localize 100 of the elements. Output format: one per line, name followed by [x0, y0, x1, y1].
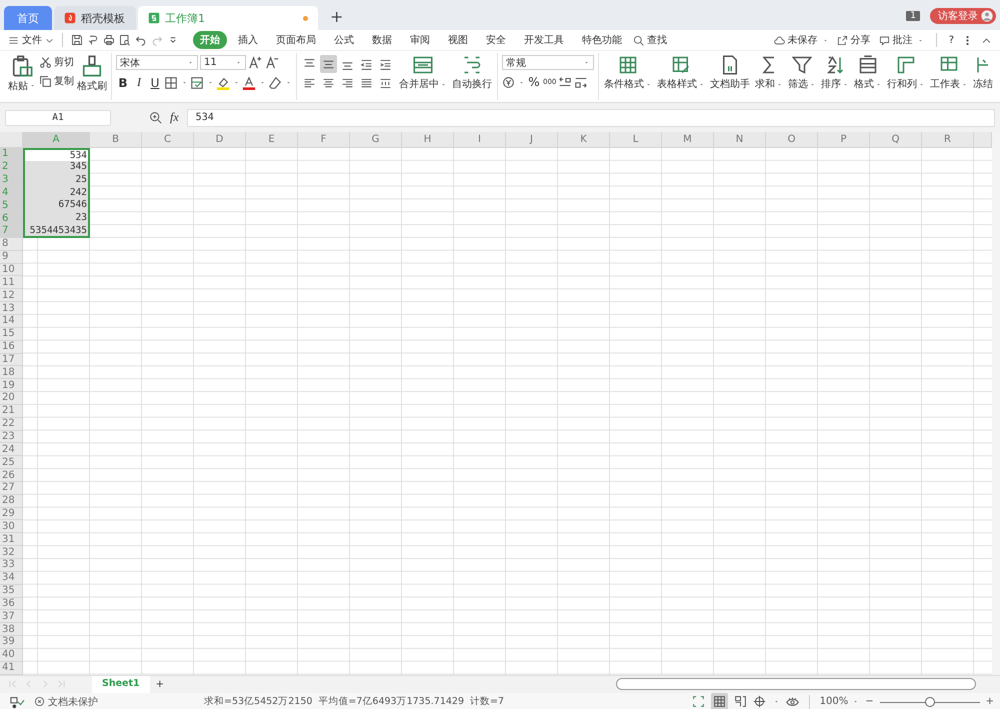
row-header[interactable]: 23	[0, 430, 23, 444]
new-tab-button[interactable]: +	[330, 7, 344, 26]
row-header[interactable]: 21	[0, 404, 23, 418]
name-box[interactable]: A1	[5, 110, 111, 126]
font-name-field[interactable]: 宋体	[116, 55, 198, 70]
horizontal-scrollbar[interactable]	[616, 678, 976, 690]
font-size-field[interactable]: 11	[200, 55, 246, 70]
column-header[interactable]: K	[558, 132, 610, 148]
row-header[interactable]: 16	[0, 340, 23, 354]
ribbon-tab[interactable]: 公式	[327, 31, 361, 49]
row-header[interactable]: 33	[0, 559, 23, 572]
sheet-tab[interactable]: Sheet1	[92, 676, 150, 693]
font-style-button[interactable]: U	[148, 76, 162, 90]
row-header[interactable]: 35	[0, 584, 23, 598]
row-header[interactable]: 28	[0, 494, 23, 508]
cut-button[interactable]: 剪切	[39, 55, 74, 69]
row-header[interactable]: 4	[0, 186, 23, 200]
row-header[interactable]: 11	[0, 276, 23, 290]
row-header[interactable]: 29	[0, 508, 23, 520]
column-header[interactable]: H	[402, 132, 454, 148]
column-header[interactable]: J	[506, 132, 558, 148]
slider-thumb[interactable]	[924, 696, 935, 707]
row-header[interactable]: 15	[0, 328, 23, 341]
copy-button[interactable]: 复制	[39, 74, 74, 88]
column-header[interactable]: D	[194, 132, 246, 148]
row-header[interactable]: 5	[0, 199, 23, 212]
ribbon-tool[interactable]: 格式	[853, 53, 883, 91]
row-header[interactable]: 27	[0, 482, 23, 495]
ribbon-tab[interactable]: 视图	[441, 31, 475, 49]
ribbon-tool[interactable]: 筛选	[787, 53, 817, 91]
row-header[interactable]: 17	[0, 354, 23, 366]
row-header[interactable]: 30	[0, 520, 23, 534]
zoom-out-button[interactable]: −	[865, 696, 874, 708]
ribbon-tab[interactable]: 开发工具	[517, 31, 571, 49]
alignment-button[interactable]	[320, 55, 337, 73]
row-header[interactable]: 6	[0, 212, 23, 226]
column-header[interactable]: P	[818, 132, 870, 148]
column-header[interactable]: E	[246, 132, 298, 148]
row-header[interactable]: 20	[0, 392, 23, 405]
column-header[interactable]: C	[142, 132, 194, 148]
column-header[interactable]: L	[610, 132, 662, 148]
toolbar-action[interactable]: 分享	[836, 33, 871, 47]
row-header[interactable]: 24	[0, 443, 23, 456]
row-header[interactable]: 19	[0, 379, 23, 392]
column-header[interactable]: G	[350, 132, 402, 148]
paste-button[interactable]: 粘贴	[8, 53, 36, 93]
document-tab[interactable]: 稻壳模板	[54, 6, 136, 30]
help-button[interactable]: ?	[948, 34, 954, 46]
ribbon-tool[interactable]: 行和列	[886, 53, 926, 91]
column-header[interactable]: I	[454, 132, 506, 148]
row-header[interactable]: 18	[0, 366, 23, 380]
protection-status[interactable]: 文档未保护	[34, 694, 98, 709]
ribbon-tab[interactable]: 特色功能	[575, 31, 629, 49]
ribbon-tab[interactable]: 审阅	[403, 31, 437, 49]
document-tab[interactable]: 首页	[4, 6, 52, 30]
column-header[interactable]: M	[662, 132, 714, 148]
file-menu[interactable]: 文件	[8, 33, 54, 47]
font-style-button[interactable]: B	[116, 76, 130, 90]
row-header[interactable]: 9	[0, 250, 23, 264]
number-format-field[interactable]: 常规	[502, 55, 594, 70]
zoom-slider[interactable]	[880, 696, 980, 707]
ribbon-tool[interactable]: 求和	[754, 53, 784, 91]
row-header[interactable]: 34	[0, 572, 23, 585]
row-header[interactable]: 31	[0, 533, 23, 546]
row-header[interactable]: 32	[0, 546, 23, 559]
row-header[interactable]: 36	[0, 598, 23, 610]
vertical-scrollbar[interactable]	[992, 132, 1000, 675]
formula-field[interactable]: 534	[186, 108, 995, 126]
percent-button[interactable]: %	[527, 75, 541, 89]
row-header[interactable]: 25	[0, 456, 23, 470]
ribbon-tool[interactable]: 表格样式	[656, 53, 706, 91]
row-header[interactable]: 22	[0, 418, 23, 431]
row-header[interactable]: 39	[0, 636, 23, 649]
add-sheet-button[interactable]: +	[156, 678, 164, 690]
column-header[interactable]: N	[714, 132, 766, 148]
normal-view-button[interactable]	[710, 692, 728, 709]
ribbon-tab[interactable]: 开始	[193, 31, 227, 49]
toolbar-action[interactable]: 批注	[878, 33, 924, 47]
row-header[interactable]: 3	[0, 174, 23, 187]
row-header[interactable]: 8	[0, 238, 23, 251]
ribbon-tab[interactable]: 插入	[231, 31, 265, 49]
row-header[interactable]: 12	[0, 289, 23, 302]
window-count[interactable]: 1	[906, 11, 920, 21]
ribbon-tool[interactable]: 文档助手	[709, 53, 751, 91]
ribbon-tab[interactable]: 数据	[365, 31, 399, 49]
row-header[interactable]: 10	[0, 264, 23, 276]
ribbon-tab[interactable]: 页面布局	[269, 31, 323, 49]
row-header[interactable]: 37	[0, 610, 23, 624]
function-button[interactable]: fx	[170, 110, 179, 125]
search-button[interactable]: 查找	[633, 33, 667, 47]
ribbon-tab[interactable]: 安全	[479, 31, 513, 49]
column-header[interactable]: B	[90, 132, 142, 148]
column-header[interactable]: Q	[870, 132, 922, 148]
zoom-level[interactable]: 100%	[820, 696, 860, 708]
row-header[interactable]: 14	[0, 314, 23, 328]
row-header[interactable]: 26	[0, 469, 23, 482]
column-header[interactable]: F	[298, 132, 350, 148]
column-header[interactable]: R	[922, 132, 974, 148]
row-header[interactable]: 2	[0, 160, 23, 174]
row-header[interactable]: 1	[0, 148, 23, 161]
